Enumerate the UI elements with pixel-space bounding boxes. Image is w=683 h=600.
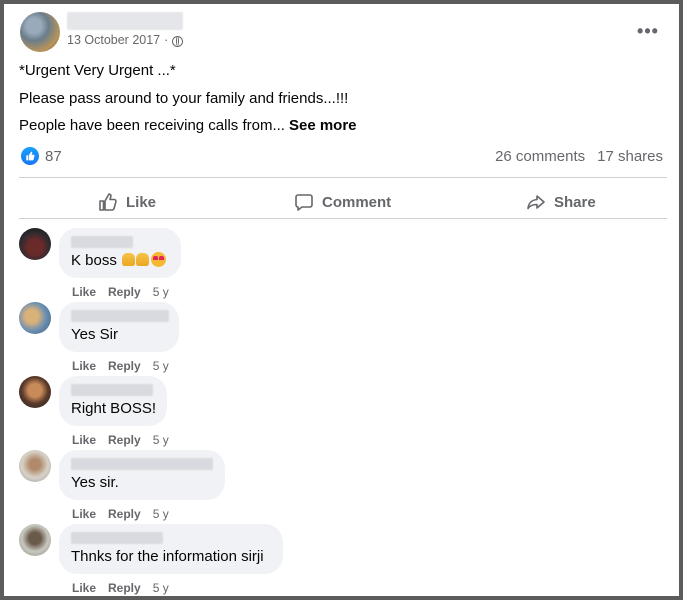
comments-count[interactable]: 26 comments bbox=[495, 148, 585, 165]
share-label: Share bbox=[554, 193, 596, 211]
comment-like-link[interactable]: Like bbox=[72, 507, 96, 521]
thumbs-up-icon bbox=[99, 193, 117, 211]
comment-item: Right BOSS! Like Reply 5 y bbox=[19, 376, 679, 447]
comment-actions: Like Reply 5 y bbox=[72, 359, 169, 373]
commenter-avatar[interactable] bbox=[19, 376, 51, 408]
comment-text-content: K boss bbox=[71, 252, 117, 269]
like-label: Like bbox=[126, 193, 157, 211]
comment-bubble: K boss bbox=[59, 228, 181, 278]
heart-eyes-icon bbox=[151, 252, 167, 267]
commenter-name-redacted[interactable] bbox=[71, 236, 133, 248]
post-text-line-2: Please pass around to your family and fr… bbox=[19, 90, 349, 107]
comment-button[interactable]: Comment bbox=[294, 184, 391, 220]
comment-reply-link[interactable]: Reply bbox=[108, 507, 141, 521]
folded-hands-icon bbox=[136, 253, 150, 266]
commenter-avatar[interactable] bbox=[19, 228, 51, 260]
comment-like-link[interactable]: Like bbox=[72, 285, 96, 299]
comment-text: Thnks for the information sirji bbox=[71, 548, 264, 565]
post-card: 13 October 2017 · ••• *Urgent Very Urgen… bbox=[0, 0, 683, 600]
comment-item: K boss Like Reply 5 y bbox=[19, 228, 679, 299]
comment-reply-link[interactable]: Reply bbox=[108, 285, 141, 299]
reaction-summary[interactable]: 87 bbox=[21, 147, 62, 165]
comment-bubble: Right BOSS! bbox=[59, 376, 167, 426]
divider-bottom bbox=[19, 218, 667, 219]
post-text-line-3: People have been receiving calls from...… bbox=[19, 117, 357, 134]
author-avatar[interactable] bbox=[20, 12, 60, 52]
like-reaction-icon bbox=[21, 147, 39, 165]
comment-reply-link[interactable]: Reply bbox=[108, 581, 141, 595]
comment-reply-link[interactable]: Reply bbox=[108, 359, 141, 373]
globe-icon bbox=[172, 35, 184, 47]
comment-label: Comment bbox=[322, 193, 392, 211]
comment-reply-link[interactable]: Reply bbox=[108, 433, 141, 447]
commenter-avatar[interactable] bbox=[19, 450, 51, 482]
commenter-name-redacted[interactable] bbox=[71, 532, 163, 544]
comment-bubble: Yes sir. bbox=[59, 450, 225, 500]
like-button[interactable]: Like bbox=[98, 184, 156, 220]
meta-separator: · bbox=[164, 33, 169, 47]
share-arrow-icon bbox=[527, 195, 545, 210]
comment-item: Yes Sir Like Reply 5 y bbox=[19, 302, 679, 373]
comment-actions: Like Reply 5 y bbox=[72, 285, 169, 299]
comment-time[interactable]: 5 y bbox=[153, 285, 169, 299]
comment-time[interactable]: 5 y bbox=[153, 359, 169, 373]
comment-like-link[interactable]: Like bbox=[72, 581, 96, 595]
comment-text: K boss bbox=[71, 252, 169, 269]
comment-like-link[interactable]: Like bbox=[72, 359, 96, 373]
comment-bubble: Yes Sir bbox=[59, 302, 179, 352]
commenter-name-redacted[interactable] bbox=[71, 458, 213, 470]
comment-actions: Like Reply 5 y bbox=[72, 581, 169, 595]
comment-text: Right BOSS! bbox=[71, 400, 157, 417]
author-name-redacted[interactable] bbox=[67, 12, 183, 30]
post-text-truncated: People have been receiving calls from... bbox=[19, 117, 285, 134]
comment-actions: Like Reply 5 y bbox=[72, 507, 169, 521]
comment-time[interactable]: 5 y bbox=[153, 507, 169, 521]
comment-actions: Like Reply 5 y bbox=[72, 433, 169, 447]
folded-hands-icon bbox=[122, 253, 136, 266]
comment-time[interactable]: 5 y bbox=[153, 581, 169, 595]
commenter-name-redacted[interactable] bbox=[71, 310, 169, 322]
comment-text: Yes sir. bbox=[71, 474, 119, 491]
comment-time[interactable]: 5 y bbox=[153, 433, 169, 447]
comment-item: Thnks for the information sirji Like Rep… bbox=[19, 524, 679, 596]
commenter-avatar[interactable] bbox=[19, 524, 51, 556]
post-meta: 13 October 2017 · bbox=[67, 33, 184, 47]
post-text-line-1: *Urgent Very Urgent ...* bbox=[19, 62, 176, 79]
comment-like-link[interactable]: Like bbox=[72, 433, 96, 447]
comment-text: Yes Sir bbox=[71, 326, 118, 343]
share-button[interactable]: Share bbox=[526, 184, 596, 220]
post-date[interactable]: 13 October 2017 bbox=[67, 33, 160, 47]
see-more-link[interactable]: See more bbox=[289, 117, 357, 134]
comment-item: Yes sir. Like Reply 5 y bbox=[19, 450, 679, 521]
reaction-count: 87 bbox=[45, 147, 62, 165]
commenter-avatar[interactable] bbox=[19, 302, 51, 334]
shares-count[interactable]: 17 shares bbox=[597, 148, 663, 165]
comment-bubble-icon bbox=[295, 194, 313, 211]
divider-top bbox=[19, 177, 667, 178]
comment-bubble: Thnks for the information sirji bbox=[59, 524, 283, 574]
more-options-icon[interactable]: ••• bbox=[634, 17, 662, 45]
engagement-counts: 26 comments 17 shares bbox=[495, 148, 663, 165]
commenter-name-redacted[interactable] bbox=[71, 384, 153, 396]
